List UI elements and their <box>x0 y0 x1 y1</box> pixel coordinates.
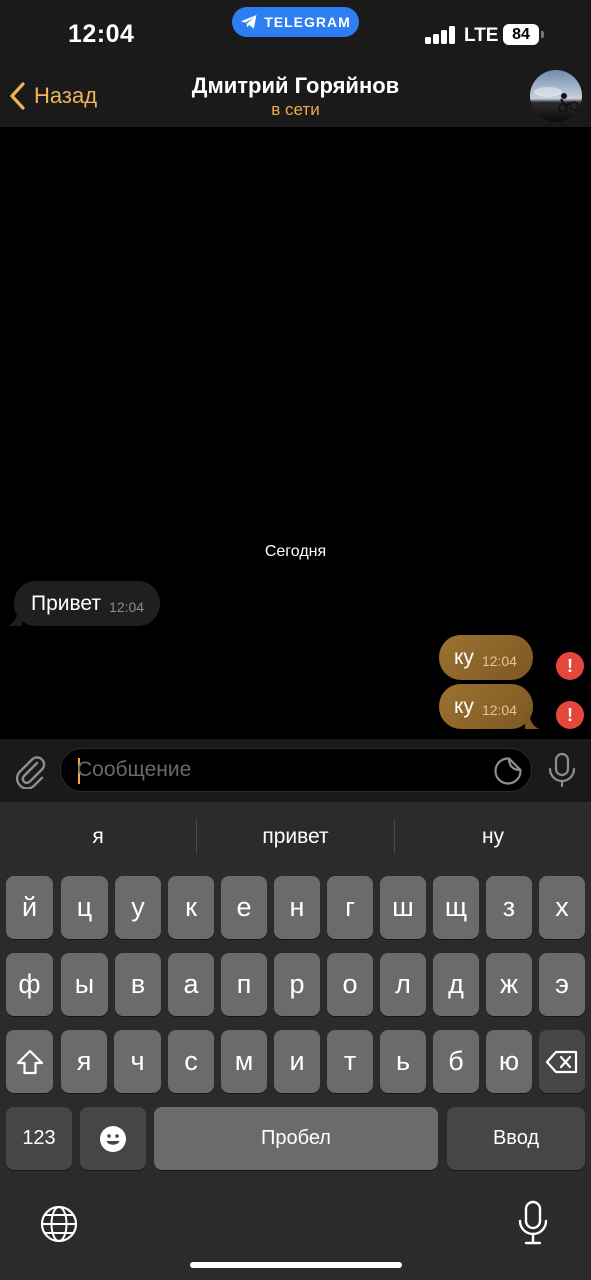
status-bar: 12:04 TELEGRAM LTE 84 <box>0 0 591 64</box>
message-text: ку <box>454 645 474 669</box>
suggestion-bar: я привет ну <box>0 802 591 872</box>
suggestion-item[interactable]: я <box>0 802 196 872</box>
battery-icon: 84 <box>503 24 539 45</box>
key[interactable]: е <box>221 876 267 939</box>
telegram-plane-icon <box>241 15 257 29</box>
home-indicator <box>190 1262 402 1268</box>
return-key[interactable]: Ввод <box>447 1107 585 1170</box>
paperclip-icon <box>15 756 46 790</box>
chat-header: Назад Дмитрий Горяйнов в сети <box>0 64 591 127</box>
telegram-activity-pill[interactable]: TELEGRAM <box>232 7 359 37</box>
message-time: 12:04 <box>109 599 145 615</box>
signal-strength-icon <box>425 26 456 44</box>
numbers-key[interactable]: 123 <box>6 1107 72 1170</box>
key[interactable]: и <box>274 1030 320 1093</box>
key[interactable]: т <box>327 1030 373 1093</box>
key[interactable]: щ <box>433 876 479 939</box>
backspace-icon <box>545 1050 578 1073</box>
shift-key[interactable] <box>6 1030 53 1093</box>
microphone-icon <box>518 1200 548 1245</box>
battery-tip <box>541 31 544 38</box>
bubble-tail <box>524 713 539 729</box>
key[interactable]: д <box>433 953 479 1016</box>
key[interactable]: а <box>168 953 214 1016</box>
key[interactable]: о <box>327 953 373 1016</box>
send-failed-icon[interactable]: ! <box>556 652 584 680</box>
key[interactable]: ф <box>6 953 53 1016</box>
keyboard: я привет ну й ц у к е н г ш щ з х ф ы в … <box>0 802 591 1280</box>
globe-icon <box>40 1205 78 1243</box>
key[interactable]: й <box>6 876 53 939</box>
contact-avatar[interactable] <box>530 70 582 122</box>
key[interactable]: ч <box>114 1030 161 1093</box>
message-time: 12:04 <box>481 653 517 669</box>
suggestion-item[interactable]: привет <box>197 802 394 872</box>
outgoing-message[interactable]: ку 12:04 <box>439 684 539 729</box>
key[interactable]: в <box>115 953 161 1016</box>
key[interactable]: ж <box>486 953 532 1016</box>
message-text: Привет <box>31 591 102 615</box>
error-mark: ! <box>567 704 573 725</box>
contact-name[interactable]: Дмитрий Горяйнов <box>0 73 591 99</box>
emoji-icon <box>100 1125 126 1152</box>
telegram-chat-screen: 12:04 TELEGRAM LTE 84 Назад Дмитрий Горя… <box>0 0 591 1280</box>
key[interactable]: э <box>539 953 585 1016</box>
key[interactable]: з <box>486 876 532 939</box>
battery-level: 84 <box>512 25 530 43</box>
suggestion-item[interactable]: ну <box>395 802 591 872</box>
message-time: 12:04 <box>481 702 517 718</box>
keyboard-switch-button[interactable] <box>38 1203 80 1245</box>
key[interactable]: п <box>221 953 267 1016</box>
key[interactable]: ц <box>61 876 108 939</box>
contact-status: в сети <box>271 100 320 119</box>
key[interactable]: р <box>274 953 320 1016</box>
sticker-button[interactable] <box>493 756 523 786</box>
attach-button[interactable] <box>12 753 48 790</box>
date-separator: Сегодня <box>264 543 327 560</box>
key[interactable]: х <box>539 876 585 939</box>
key[interactable]: я <box>61 1030 107 1093</box>
bubble-tail <box>8 610 22 626</box>
key[interactable]: м <box>221 1030 267 1093</box>
key[interactable]: л <box>380 953 426 1016</box>
composer-bar <box>0 739 591 802</box>
error-mark: ! <box>567 655 573 676</box>
voice-message-button[interactable] <box>546 752 578 788</box>
outgoing-message[interactable]: ку 12:04 <box>439 635 533 680</box>
emoji-key[interactable] <box>80 1107 146 1170</box>
message-text: ку <box>454 694 474 718</box>
message-field[interactable] <box>60 748 532 792</box>
network-type: LTE <box>464 25 499 46</box>
key[interactable]: у <box>115 876 161 939</box>
dictation-button[interactable] <box>516 1200 550 1246</box>
message-list[interactable]: Сегодня Привет 12:04 ку 12:04 ! ку 12:04… <box>0 127 591 739</box>
status-time: 12:04 <box>68 20 135 48</box>
key[interactable]: с <box>168 1030 214 1093</box>
delete-key[interactable] <box>539 1030 585 1093</box>
shift-icon <box>16 1049 43 1074</box>
key[interactable]: г <box>327 876 373 939</box>
message-input[interactable] <box>77 749 477 791</box>
key[interactable]: б <box>433 1030 479 1093</box>
key[interactable]: ю <box>486 1030 532 1093</box>
key[interactable]: ь <box>380 1030 426 1093</box>
key[interactable]: н <box>274 876 320 939</box>
microphone-icon <box>548 752 576 788</box>
app-pill-label: TELEGRAM <box>264 14 351 30</box>
avatar-image <box>530 70 582 122</box>
key[interactable]: ы <box>61 953 108 1016</box>
send-failed-icon[interactable]: ! <box>556 701 584 729</box>
key[interactable]: ш <box>380 876 426 939</box>
sticker-icon <box>494 757 522 785</box>
space-key[interactable]: Пробел <box>154 1107 438 1170</box>
incoming-message[interactable]: Привет 12:04 <box>8 581 161 626</box>
key[interactable]: к <box>168 876 214 939</box>
